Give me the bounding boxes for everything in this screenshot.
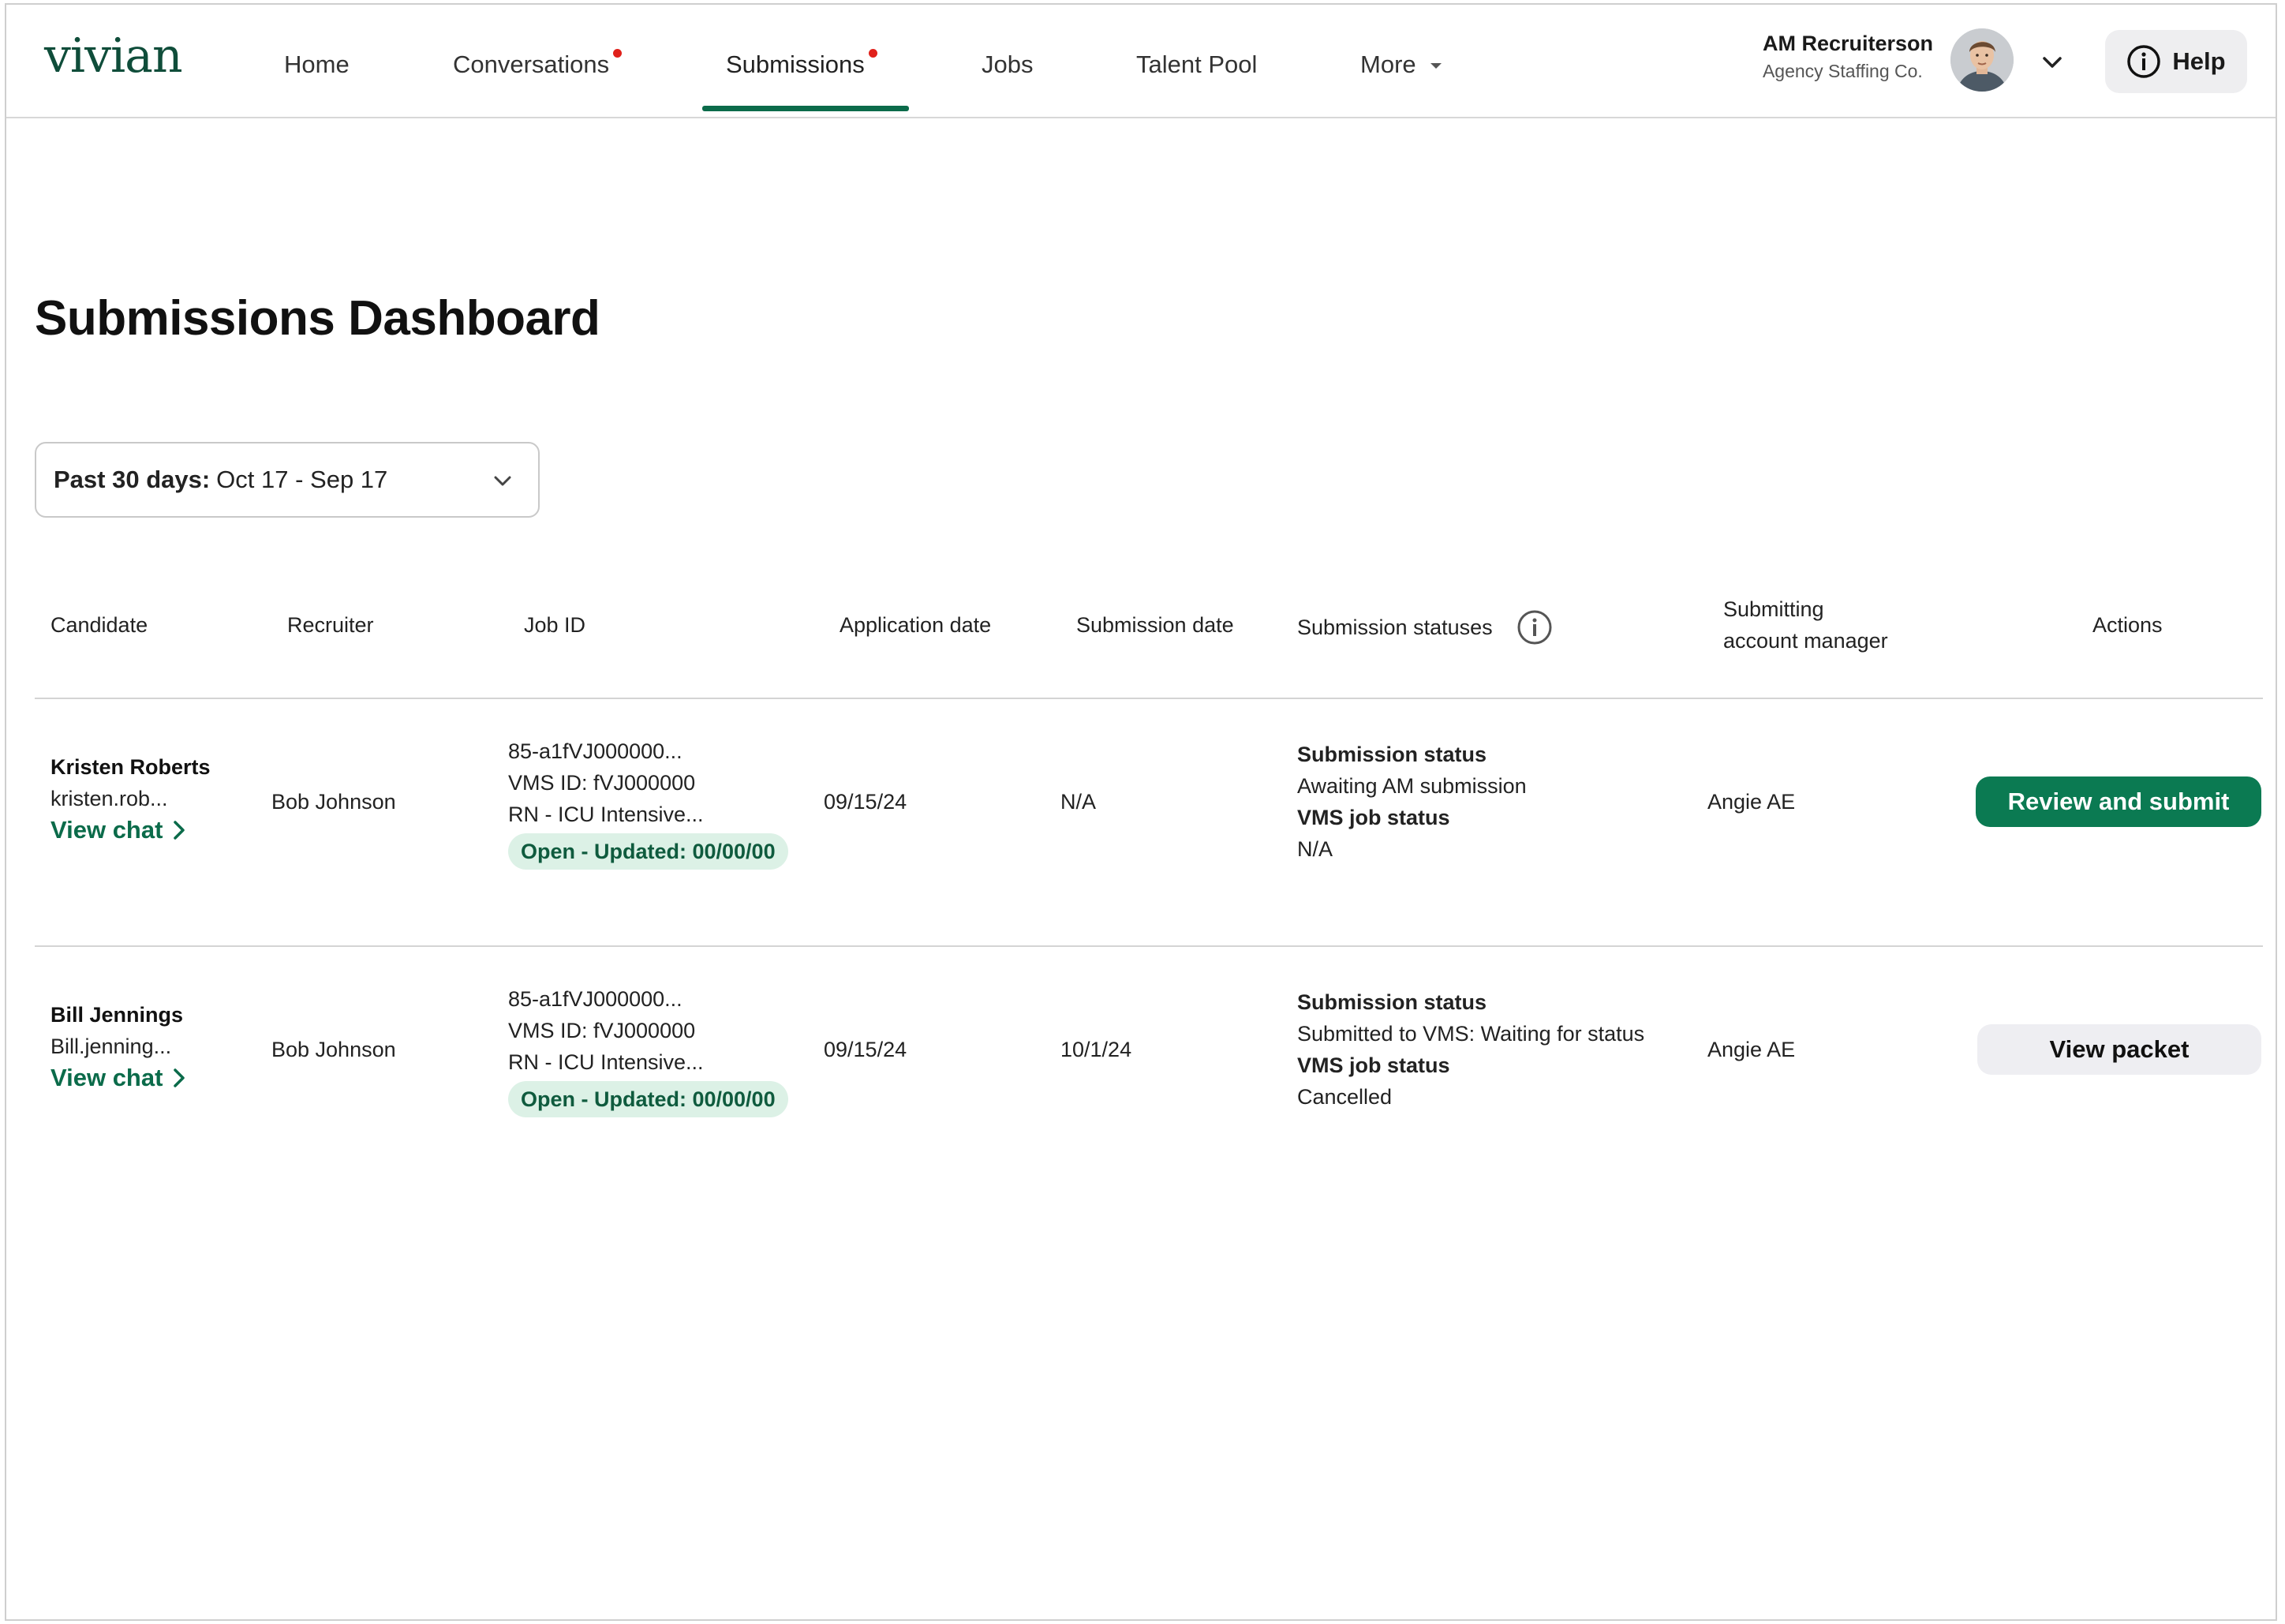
chevron-right-icon	[174, 821, 185, 840]
chevron-down-icon	[494, 476, 511, 486]
header-job-id: Job ID	[524, 613, 586, 637]
nav-home-label: Home	[284, 51, 350, 78]
top-navigation: vivian Home Conversations Submissions Jo…	[6, 5, 2276, 118]
table-divider	[35, 945, 2263, 947]
nav-conversations[interactable]: Conversations	[453, 49, 623, 79]
vms-id: VMS ID: fVJ000000	[508, 1019, 696, 1042]
nav-talent-pool[interactable]: Talent Pool	[1136, 51, 1257, 79]
user-name: AM Recruiterson	[1762, 32, 1933, 55]
candidate-cell: Bill Jennings Bill.jenning... View chat	[50, 999, 186, 1095]
active-tab-indicator	[702, 106, 909, 111]
submission-date-cell: N/A	[1060, 790, 1097, 814]
candidate-name: Bill Jennings	[50, 1003, 184, 1027]
job-id-cell: 85-a1fVJ000000... VMS ID: fVJ000000 RN -…	[508, 735, 788, 870]
review-and-submit-button[interactable]: Review and submit	[1976, 776, 2261, 827]
page-title: Submissions Dashboard	[35, 291, 600, 346]
view-packet-button[interactable]: View packet	[1977, 1024, 2261, 1075]
chevron-right-icon	[174, 1068, 185, 1087]
submission-status-label: Submission status	[1297, 743, 1487, 766]
nav-jobs-label: Jobs	[982, 51, 1034, 78]
user-organization: Agency Staffing Co.	[1762, 61, 1923, 81]
caret-down-icon	[1430, 63, 1442, 69]
nav-conversations-label: Conversations	[453, 51, 610, 78]
help-button[interactable]: Help	[2105, 30, 2247, 93]
notification-dot	[613, 49, 623, 58]
job-id: 85-a1fVJ000000...	[508, 987, 683, 1011]
submission-status-value: Submitted to VMS: Waiting for status	[1297, 1022, 1645, 1046]
header-recruiter: Recruiter	[287, 613, 374, 637]
submission-status-value: Awaiting AM submission	[1297, 774, 1527, 798]
candidate-email: Bill.jenning...	[50, 1035, 172, 1058]
vms-status-value: Cancelled	[1297, 1085, 1393, 1109]
job-id-cell: 85-a1fVJ000000... VMS ID: fVJ000000 RN -…	[508, 983, 788, 1117]
header-actions: Actions	[2092, 613, 2163, 637]
account-manager-cell: Angie AE	[1707, 1038, 1796, 1061]
vms-status-label: VMS job status	[1297, 1053, 1450, 1077]
nav-submissions-label: Submissions	[726, 51, 865, 78]
nav-more[interactable]: More	[1360, 51, 1442, 79]
view-chat-link[interactable]: View chat	[50, 814, 186, 846]
vms-status-value: N/A	[1297, 837, 1333, 861]
job-title: RN - ICU Intensive...	[508, 1050, 704, 1074]
application-date-cell: 09/15/24	[824, 1038, 907, 1061]
vms-status-label: VMS job status	[1297, 806, 1450, 829]
date-filter-prefix: Past 30 days:	[54, 466, 211, 493]
account-manager-cell: Angie AE	[1707, 790, 1796, 814]
avatar[interactable]	[1950, 28, 2014, 92]
nav-home[interactable]: Home	[284, 51, 350, 79]
job-status-badge: Open - Updated: 00/00/00	[508, 1081, 788, 1117]
header-submission-statuses: Submission statuses	[1297, 609, 1553, 645]
chevron-down-icon[interactable]	[2040, 51, 2064, 74]
view-chat-label: View chat	[50, 816, 163, 844]
help-label: Help	[2172, 47, 2226, 75]
nav-talent-pool-label: Talent Pool	[1136, 51, 1258, 78]
date-filter-range: Oct 17 - Sep 17	[216, 466, 388, 493]
header-candidate: Candidate	[50, 613, 148, 637]
header-submitting-line1: Submitting	[1723, 597, 1824, 621]
date-range-dropdown[interactable]: Past 30 days: Oct 17 - Sep 17	[35, 442, 540, 518]
vivian-logo[interactable]: vivian	[44, 28, 183, 84]
job-status-badge: Open - Updated: 00/00/00	[508, 833, 788, 870]
header-submission-statuses-label: Submission statuses	[1297, 616, 1493, 639]
submission-statuses-cell: Submission status Submitted to VMS: Wait…	[1297, 986, 1644, 1113]
nav-jobs[interactable]: Jobs	[982, 51, 1033, 79]
notification-dot	[868, 49, 877, 58]
submission-status-label: Submission status	[1297, 990, 1487, 1014]
header-submission-date: Submission date	[1076, 613, 1234, 637]
candidate-name: Kristen Roberts	[50, 755, 211, 779]
nav-more-label: More	[1360, 51, 1416, 78]
view-chat-link[interactable]: View chat	[50, 1062, 186, 1094]
vms-id: VMS ID: fVJ000000	[508, 771, 696, 795]
submission-statuses-cell: Submission status Awaiting AM submission…	[1297, 739, 1527, 865]
submission-date-cell: 10/1/24	[1060, 1038, 1132, 1061]
avatar-image-icon	[1950, 28, 2014, 92]
candidate-email: kristen.rob...	[50, 787, 168, 810]
job-title: RN - ICU Intensive...	[508, 803, 704, 826]
user-info[interactable]: AM Recruiterson Agency Staffing Co.	[1763, 32, 1933, 82]
recruiter-cell: Bob Johnson	[271, 790, 396, 814]
header-submitting-account-manager: Submitting account manager	[1723, 593, 1888, 657]
info-icon	[2127, 45, 2161, 78]
job-id: 85-a1fVJ000000...	[508, 739, 683, 763]
application-date-cell: 09/15/24	[824, 790, 907, 814]
header-submitting-line2: account manager	[1723, 629, 1888, 653]
candidate-cell: Kristen Roberts kristen.rob... View chat	[50, 751, 211, 847]
info-icon[interactable]	[1516, 609, 1553, 645]
nav-submissions[interactable]: Submissions	[726, 49, 877, 79]
header-application-date: Application date	[840, 613, 992, 637]
table-divider	[35, 698, 2263, 699]
view-chat-label: View chat	[50, 1064, 163, 1091]
app-window: vivian Home Conversations Submissions Jo…	[5, 3, 2277, 1621]
recruiter-cell: Bob Johnson	[271, 1038, 396, 1061]
